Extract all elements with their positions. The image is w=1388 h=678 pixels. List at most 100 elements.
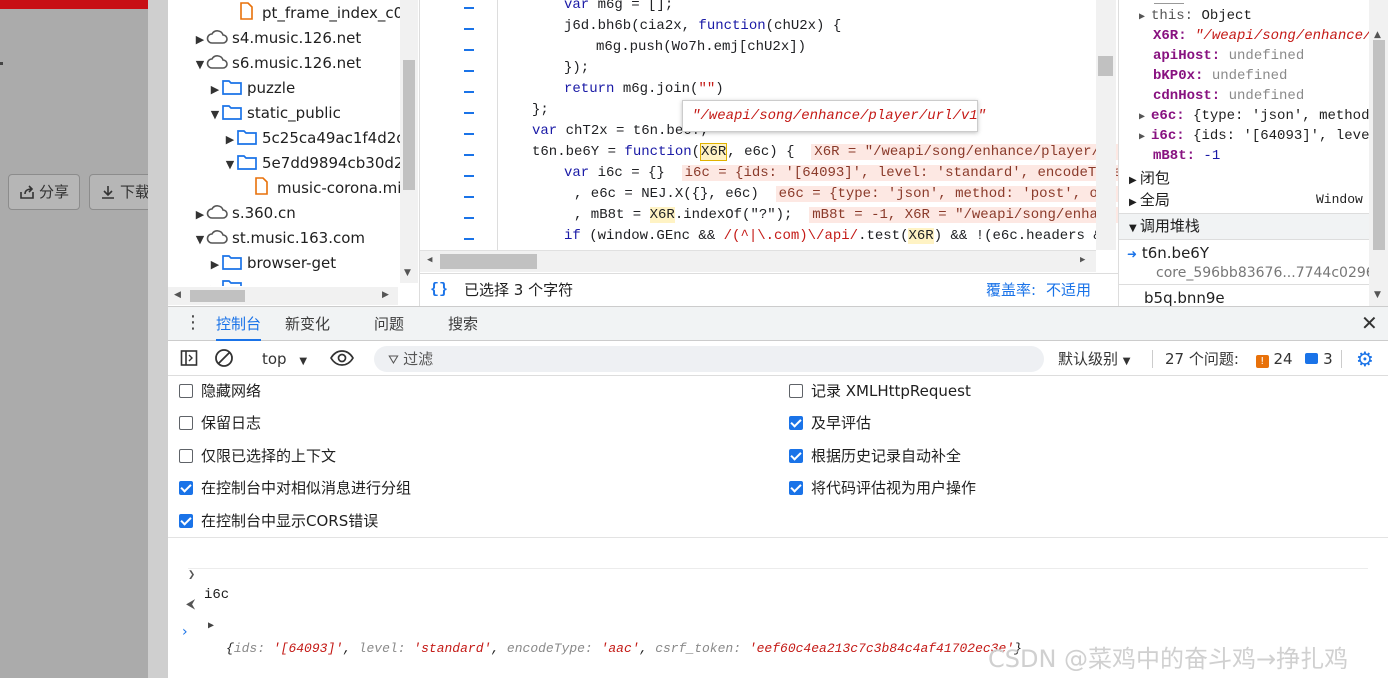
tree-item[interactable]: ▼ 5e7dd9894cb30d2: [224, 151, 404, 177]
console-result-entry[interactable]: ⮜ ▶ {ids: '[64093]', level: 'standard', …: [168, 572, 1388, 656]
option-selected-context-only[interactable]: 仅限已选择的上下文: [179, 445, 336, 467]
option-show-cors-errors[interactable]: 在控制台中显示CORS错误: [179, 510, 378, 532]
scope-row-apihost[interactable]: apiHost: undefined: [1153, 46, 1304, 66]
filter-input[interactable]: ⛛ 过滤: [374, 346, 1044, 372]
scroll-thumb[interactable]: [1098, 56, 1113, 76]
tree-item[interactable]: music-corona.mi: [251, 176, 401, 201]
selected-token: X6R: [700, 143, 728, 161]
collapse-arrow-icon[interactable]: ▼: [209, 102, 221, 127]
tree-item[interactable]: ▼ static_public: [209, 101, 341, 126]
option-preserve-log[interactable]: 保留日志: [179, 412, 261, 434]
code-editor[interactable]: var m6g = []; j6d.bh6b(cia2x, function(c…: [420, 0, 1118, 306]
tree-item[interactable]: ▼ st.music.163.com: [194, 226, 365, 251]
scroll-right-arrow-icon[interactable]: ▶: [382, 290, 389, 300]
expand-arrow-icon[interactable]: ▶: [209, 77, 221, 102]
coverage-value[interactable]: 不适用: [1046, 274, 1091, 306]
sidebar-toggle-icon[interactable]: [180, 342, 198, 376]
option-group-similar[interactable]: 在控制台中对相似消息进行分组: [179, 477, 411, 499]
clear-console-icon[interactable]: [214, 342, 234, 376]
context-selector[interactable]: top ▼: [262, 342, 307, 376]
closure-scope[interactable]: ▶ 闭包: [1129, 166, 1388, 190]
collapse-arrow-icon[interactable]: ▼: [194, 227, 206, 252]
tree-item[interactable]: ▶ s.360.cn: [194, 201, 296, 226]
code-vertical-scrollbar[interactable]: [1096, 0, 1116, 250]
diff-marker: [464, 91, 474, 93]
tree-item[interactable]: ▶...: [209, 276, 261, 286]
code-line: var i6c = {} i6c = {ids: '[64093]', leve…: [564, 163, 1118, 184]
diff-marker: [464, 133, 474, 135]
scroll-left-arrow-icon[interactable]: ◀: [174, 290, 181, 300]
checkbox[interactable]: [179, 416, 193, 430]
pretty-print-icon[interactable]: {}: [430, 274, 448, 306]
tab-whats-new[interactable]: 新变化: [285, 307, 330, 341]
checkbox-checked[interactable]: [789, 449, 803, 463]
expand-arrow-icon[interactable]: ▶: [224, 127, 236, 152]
share-button[interactable]: 分享: [8, 174, 80, 210]
expand-arrow-icon[interactable]: ▶: [194, 202, 206, 227]
tab-issues[interactable]: 问题: [374, 307, 404, 341]
tree-item[interactable]: ▶ s4.music.126.net: [194, 26, 362, 52]
issues-counter[interactable]: 27 个问题: ! 24 3: [1165, 342, 1333, 376]
option-treat-eval-as-user-action[interactable]: 将代码评估视为用户操作: [789, 477, 976, 499]
tree-vertical-scrollbar[interactable]: ▼: [400, 0, 418, 283]
callstack-header[interactable]: ▼ 调用堆栈: [1119, 213, 1388, 240]
checkbox-checked[interactable]: [789, 481, 803, 495]
scroll-thumb[interactable]: [190, 290, 245, 302]
global-scope[interactable]: ▶ 全局 Window: [1129, 188, 1388, 212]
expand-arrow-icon[interactable]: ▶: [209, 277, 221, 286]
checkbox[interactable]: [179, 384, 193, 398]
tree-item[interactable]: ▼ s6.music.126.net: [194, 51, 362, 77]
checkbox-checked[interactable]: [789, 416, 803, 430]
scroll-thumb[interactable]: [1373, 40, 1385, 250]
code-horizontal-scrollbar[interactable]: ◀ ▶: [420, 250, 1096, 272]
tab-console[interactable]: 控制台: [216, 307, 262, 341]
collapse-arrow-icon[interactable]: ▼: [224, 152, 236, 177]
scope-row-cdnhost[interactable]: cdnHost: undefined: [1153, 86, 1304, 106]
option-log-xhr[interactable]: 记录 XMLHttpRequest: [789, 380, 971, 402]
collapse-arrow-icon[interactable]: ▼: [194, 52, 206, 77]
checkbox[interactable]: [179, 449, 193, 463]
option-eager-evaluation[interactable]: 及早评估: [789, 412, 871, 434]
tree-item[interactable]: ▶ 5c25ca49ac1f4d2d: [224, 126, 406, 151]
console-prompt[interactable]: ›: [168, 602, 1388, 640]
scope-row-bkp0x[interactable]: bKP0x: undefined: [1153, 66, 1287, 86]
checkbox-checked[interactable]: [179, 481, 193, 495]
webpage-background: 分享 下载: [0, 0, 159, 678]
cloud-icon: [206, 28, 228, 46]
selection-status: 已选择 3 个字符: [464, 281, 574, 299]
scroll-down-arrow-icon[interactable]: ▼: [404, 268, 411, 278]
settings-gear-icon[interactable]: ⚙: [1356, 342, 1374, 376]
download-icon: [100, 183, 120, 201]
scope-row-mb8t[interactable]: mB8t: -1: [1153, 146, 1220, 166]
scope-row-e6c[interactable]: ▶ e6c: {type: 'json', method:: [1139, 106, 1378, 126]
scroll-thumb[interactable]: [440, 254, 537, 269]
scroll-thumb[interactable]: [403, 60, 415, 190]
expand-arrow-icon[interactable]: ▶: [209, 252, 221, 277]
coverage-label[interactable]: 覆盖率:: [986, 274, 1036, 306]
tab-search[interactable]: 搜索: [448, 307, 478, 341]
callstack-frame-file[interactable]: core_596bb83676...7744c0296: [1156, 261, 1388, 285]
scroll-down-arrow-icon[interactable]: ▼: [1374, 290, 1381, 300]
live-expression-eye-icon[interactable]: [330, 342, 354, 376]
option-hide-network[interactable]: 隐藏网络: [179, 380, 261, 402]
scope-row-i6c[interactable]: ▶ i6c: {ids: '[64093]', level: [1139, 126, 1378, 146]
scope-vertical-scrollbar[interactable]: ▲ ▼: [1369, 0, 1388, 306]
scope-row-x6r[interactable]: X6R: "/weapi/song/enhance/p: [1153, 26, 1380, 46]
close-icon[interactable]: ✕: [1361, 307, 1378, 341]
log-levels-dropdown[interactable]: 默认级别 ▼: [1058, 342, 1131, 376]
scroll-right-arrow-icon[interactable]: ▶: [1080, 255, 1085, 265]
tree-item[interactable]: ▶ browser-get: [209, 251, 336, 276]
tree-item[interactable]: ▶ puzzle: [209, 76, 295, 101]
tree-horizontal-scrollbar[interactable]: ◀ ▶: [168, 287, 398, 305]
expand-arrow-icon[interactable]: ▶: [194, 27, 206, 52]
checkbox-checked[interactable]: [179, 514, 193, 528]
callstack-frame[interactable]: b5q.bnn9e: [1144, 286, 1388, 306]
diff-marker: [464, 70, 474, 72]
option-autocomplete-history[interactable]: 根据历史记录自动补全: [789, 445, 961, 467]
scope-row-this[interactable]: ▶ this: Object: [1139, 6, 1252, 26]
more-tabs-icon[interactable]: ⋮: [184, 307, 202, 341]
checkbox[interactable]: [789, 384, 803, 398]
scroll-left-arrow-icon[interactable]: ◀: [427, 255, 432, 265]
tree-item[interactable]: pt_frame_index_c0: [236, 1, 403, 26]
scroll-up-arrow-icon[interactable]: ▲: [1374, 30, 1381, 40]
